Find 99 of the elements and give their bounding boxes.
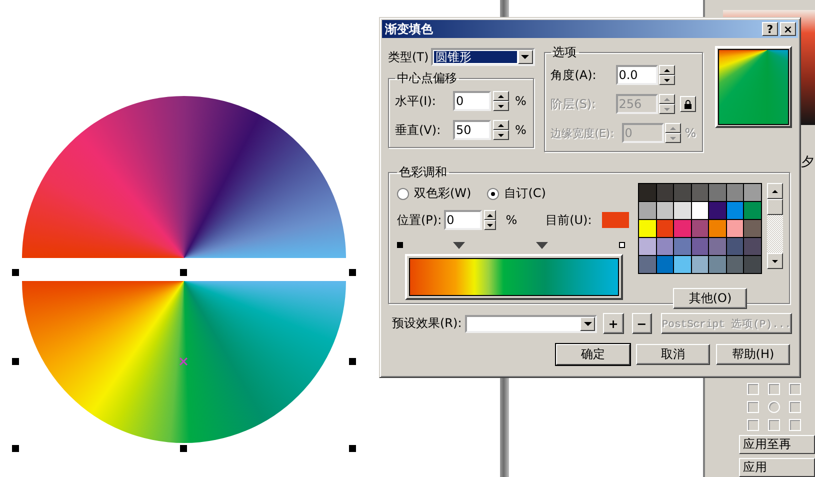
palette-swatch[interactable]	[744, 202, 760, 219]
selection-handle[interactable]	[12, 358, 19, 365]
field-label: 角度(A):	[550, 66, 598, 84]
field-label: 预设效果(R):	[392, 315, 463, 332]
selection-handle[interactable]	[180, 269, 187, 276]
spin-buttons[interactable]	[493, 91, 509, 111]
unit-label: %	[684, 126, 696, 140]
palette-swatch[interactable]	[709, 220, 726, 237]
spin-buttons[interactable]	[658, 65, 675, 85]
palette-swatch[interactable]	[692, 184, 708, 201]
palette-swatch[interactable]	[656, 184, 673, 201]
scrollbar[interactable]	[766, 183, 782, 269]
palette-swatch[interactable]	[656, 238, 673, 255]
other-button[interactable]: 其他(O)	[673, 288, 748, 309]
input-field[interactable]: 50	[453, 120, 491, 140]
palette-swatch[interactable]	[674, 184, 690, 201]
palette-swatch[interactable]	[639, 202, 656, 219]
window-title: 渐变填色	[385, 20, 434, 38]
palette-swatch[interactable]	[692, 256, 708, 273]
scroll-thumb[interactable]	[766, 199, 782, 215]
palette-swatch[interactable]	[656, 256, 673, 273]
help-button[interactable]: ?	[762, 22, 778, 36]
palette-swatch[interactable]	[639, 256, 656, 273]
selection-handle[interactable]	[12, 269, 19, 276]
apply-button[interactable]: 应用	[739, 458, 815, 477]
dialog-button[interactable]: 帮助(H)	[716, 344, 790, 365]
lock-button[interactable]	[680, 96, 696, 112]
palette-swatch[interactable]	[744, 220, 760, 237]
type-label: 类型(T)	[388, 48, 429, 66]
end-stop-marker[interactable]	[397, 242, 403, 248]
palette-swatch[interactable]	[692, 220, 708, 237]
palette-swatch[interactable]	[726, 220, 743, 237]
field-label: 垂直(V):	[395, 122, 442, 138]
scroll-down-button[interactable]	[766, 253, 782, 269]
palette-swatch[interactable]	[726, 238, 743, 255]
group-title: 色彩调和	[398, 164, 448, 181]
field-label: 水平(I):	[395, 92, 437, 110]
gradient-bar[interactable]	[405, 254, 623, 300]
palette-swatch[interactable]	[692, 202, 708, 219]
selection-handle[interactable]	[349, 445, 356, 452]
selection-handle[interactable]	[12, 445, 19, 452]
color-stop-marker[interactable]	[536, 242, 548, 249]
palette-swatch[interactable]	[726, 202, 743, 219]
palette-swatch[interactable]	[709, 184, 726, 201]
palette-swatch[interactable]	[744, 238, 760, 255]
unit-label: %	[506, 213, 518, 227]
palette-swatch[interactable]	[709, 238, 726, 255]
dialog-button[interactable]: 取消	[636, 344, 710, 365]
group-title: 中心点偏移	[396, 70, 458, 87]
field-label: 边缘宽度(E):	[550, 126, 615, 140]
palette-swatch[interactable]	[726, 256, 743, 273]
unit-label: %	[515, 94, 526, 108]
palette-swatch[interactable]	[656, 220, 673, 237]
palette-swatch[interactable]	[709, 202, 726, 219]
field-label: 阶层(S):	[550, 96, 597, 112]
palette-swatch[interactable]	[639, 184, 656, 201]
spin-buttons[interactable]	[484, 210, 496, 230]
radio-button[interactable]: 双色彩(W)	[397, 185, 472, 202]
type-dropdown[interactable]: 圆锥形	[430, 48, 535, 66]
palette-swatch[interactable]	[726, 184, 743, 201]
remove-button[interactable]: −	[632, 313, 652, 334]
palette-swatch[interactable]	[692, 238, 708, 255]
palette-swatch[interactable]	[639, 220, 656, 237]
palette-swatch[interactable]	[744, 184, 760, 201]
lock-icon	[684, 100, 692, 108]
spin-buttons[interactable]	[493, 120, 509, 140]
input-field[interactable]: 0	[453, 91, 491, 111]
selection-handle[interactable]	[349, 358, 356, 365]
scroll-up-button[interactable]	[766, 183, 782, 199]
radio-button[interactable]: 自订(C)	[487, 185, 546, 202]
apply-button[interactable]: 应用至再	[739, 435, 815, 454]
color-stop-marker[interactable]	[453, 242, 465, 249]
palette-swatch[interactable]	[674, 220, 690, 237]
docker-label: 夕	[801, 154, 815, 171]
current-color-swatch[interactable]	[602, 212, 629, 228]
dialog-button[interactable]: 确定	[556, 344, 630, 365]
field-label: 位置(P):	[397, 212, 442, 228]
add-button[interactable]: +	[603, 313, 624, 334]
input-field[interactable]: 0	[444, 210, 482, 230]
input-field[interactable]: 0.0	[616, 65, 658, 85]
palette-swatch[interactable]	[656, 202, 673, 219]
spin-buttons[interactable]	[658, 94, 675, 114]
close-button[interactable]: ×	[780, 22, 796, 36]
group-title: 选项	[552, 44, 578, 61]
spin-buttons[interactable]	[664, 123, 681, 143]
selection-handle[interactable]	[349, 269, 356, 276]
unit-label: %	[515, 123, 526, 137]
palette-swatch[interactable]	[674, 238, 690, 255]
position-grid[interactable]	[747, 383, 801, 431]
preset-dropdown[interactable]	[465, 314, 598, 332]
selection-handle[interactable]	[180, 445, 187, 452]
palette-swatch[interactable]	[674, 256, 690, 273]
palette-swatch[interactable]	[709, 256, 726, 273]
palette-swatch[interactable]	[744, 256, 760, 273]
end-stop-marker[interactable]	[619, 242, 625, 248]
palette-swatch[interactable]	[639, 238, 656, 255]
palette-swatch[interactable]	[674, 202, 690, 219]
field-label: 目前(U):	[546, 212, 592, 228]
center-cross-icon[interactable]	[179, 357, 188, 366]
